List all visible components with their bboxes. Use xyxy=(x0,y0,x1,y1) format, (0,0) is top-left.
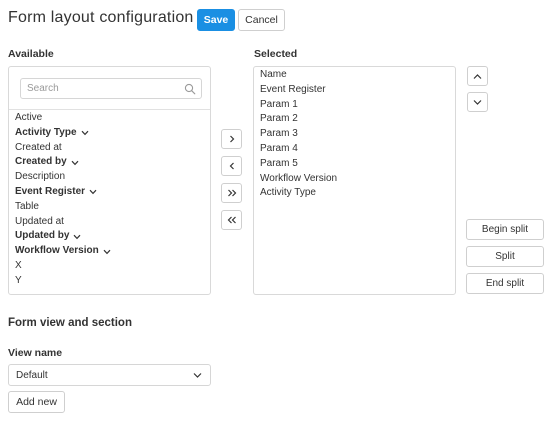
available-field-item[interactable]: Table xyxy=(15,200,111,215)
cancel-button[interactable]: Cancel xyxy=(238,9,285,31)
selected-field-list: Name Event Register Param 1 Param 2 Param 3P… xyxy=(260,68,337,201)
selected-field-item[interactable]: Workflow Version xyxy=(260,172,337,187)
field-label: Active xyxy=(15,112,43,123)
chevron-down-icon[interactable] xyxy=(73,234,81,240)
selected-field-item[interactable]: Name xyxy=(260,68,337,83)
field-label: Description xyxy=(15,171,66,183)
selected-field-item[interactable]: Param 1 xyxy=(260,98,337,113)
available-field-group[interactable]: Workflow Version xyxy=(15,244,111,259)
field-label: Workflow Version xyxy=(15,245,99,257)
selected-field-item[interactable]: Param 2 xyxy=(260,112,337,127)
chevron-down-icon[interactable] xyxy=(103,249,111,255)
available-heading: Available xyxy=(8,48,54,60)
selected-field-item[interactable]: Event Register xyxy=(260,83,337,98)
available-field-item[interactable]: Created at xyxy=(15,141,111,156)
field-label: Updated by xyxy=(15,230,70,242)
available-field-group[interactable]: Created by xyxy=(15,155,111,170)
move-down-button[interactable] xyxy=(467,92,488,112)
available-field-item[interactable]: Y xyxy=(15,274,111,289)
available-field-group[interactable]: Updated by xyxy=(15,229,111,244)
available-field-group[interactable]: Activity Type xyxy=(15,126,111,141)
available-field-list: Active Activity Type Created at Created by D… xyxy=(15,111,111,289)
field-label: Activity Type xyxy=(15,126,77,138)
double-chevron-right-icon xyxy=(227,189,236,197)
search-icon[interactable] xyxy=(184,83,196,95)
available-fields-panel: Active Activity Type Created at Created by D… xyxy=(8,66,211,295)
move-up-button[interactable] xyxy=(467,66,488,86)
available-field-item[interactable]: Active xyxy=(15,111,111,126)
chevron-down-icon[interactable] xyxy=(71,160,79,166)
chevron-left-icon xyxy=(229,162,234,170)
available-field-group[interactable]: Event Register xyxy=(15,185,111,200)
page-title: Form layout configuration xyxy=(8,9,194,26)
move-all-left-button[interactable] xyxy=(221,210,242,230)
field-label: Event Register xyxy=(15,185,86,197)
chevron-down-icon xyxy=(473,99,482,105)
add-new-button[interactable]: Add new xyxy=(8,391,65,413)
move-all-right-button[interactable] xyxy=(221,183,242,203)
move-left-button[interactable] xyxy=(221,156,242,176)
field-label: X xyxy=(15,259,22,271)
selected-field-item[interactable]: Param 4 xyxy=(260,142,337,157)
field-label: Created by xyxy=(15,156,67,168)
selected-field-item[interactable]: Activity Type xyxy=(260,186,337,201)
search-input[interactable] xyxy=(21,79,187,98)
move-right-button[interactable] xyxy=(221,129,242,149)
view-name-label: View name xyxy=(8,347,63,359)
chevron-up-icon xyxy=(473,73,482,79)
view-name-select[interactable]: Default xyxy=(8,364,211,386)
chevron-down-icon[interactable] xyxy=(89,189,97,195)
view-name-value: Default xyxy=(16,369,48,381)
search-box xyxy=(20,78,202,99)
field-label: Created at xyxy=(15,141,62,153)
available-field-item[interactable]: Description xyxy=(15,170,111,185)
available-field-item[interactable]: X xyxy=(15,259,111,274)
form-view-section-title: Form view and section xyxy=(8,317,132,329)
save-button[interactable]: Save xyxy=(197,9,235,31)
selected-field-item[interactable]: Param 3 xyxy=(260,127,337,142)
field-label: Table xyxy=(15,200,39,212)
selected-fields-panel: Name Event Register Param 1 Param 2 Param 3P… xyxy=(253,66,456,295)
begin-split-button[interactable]: Begin split xyxy=(466,219,544,240)
split-button[interactable]: Split xyxy=(466,246,544,267)
panel-divider xyxy=(9,109,210,110)
selected-heading: Selected xyxy=(254,48,298,60)
field-label: Y xyxy=(15,274,22,286)
chevron-right-icon xyxy=(229,135,234,143)
selected-field-item[interactable]: Param 5 xyxy=(260,157,337,172)
end-split-button[interactable]: End split xyxy=(466,273,544,294)
double-chevron-left-icon xyxy=(227,216,236,224)
available-field-item[interactable]: Updated at xyxy=(15,215,111,230)
chevron-down-icon[interactable] xyxy=(81,130,89,136)
field-label: Updated at xyxy=(15,215,64,227)
chevron-down-icon xyxy=(193,373,202,378)
